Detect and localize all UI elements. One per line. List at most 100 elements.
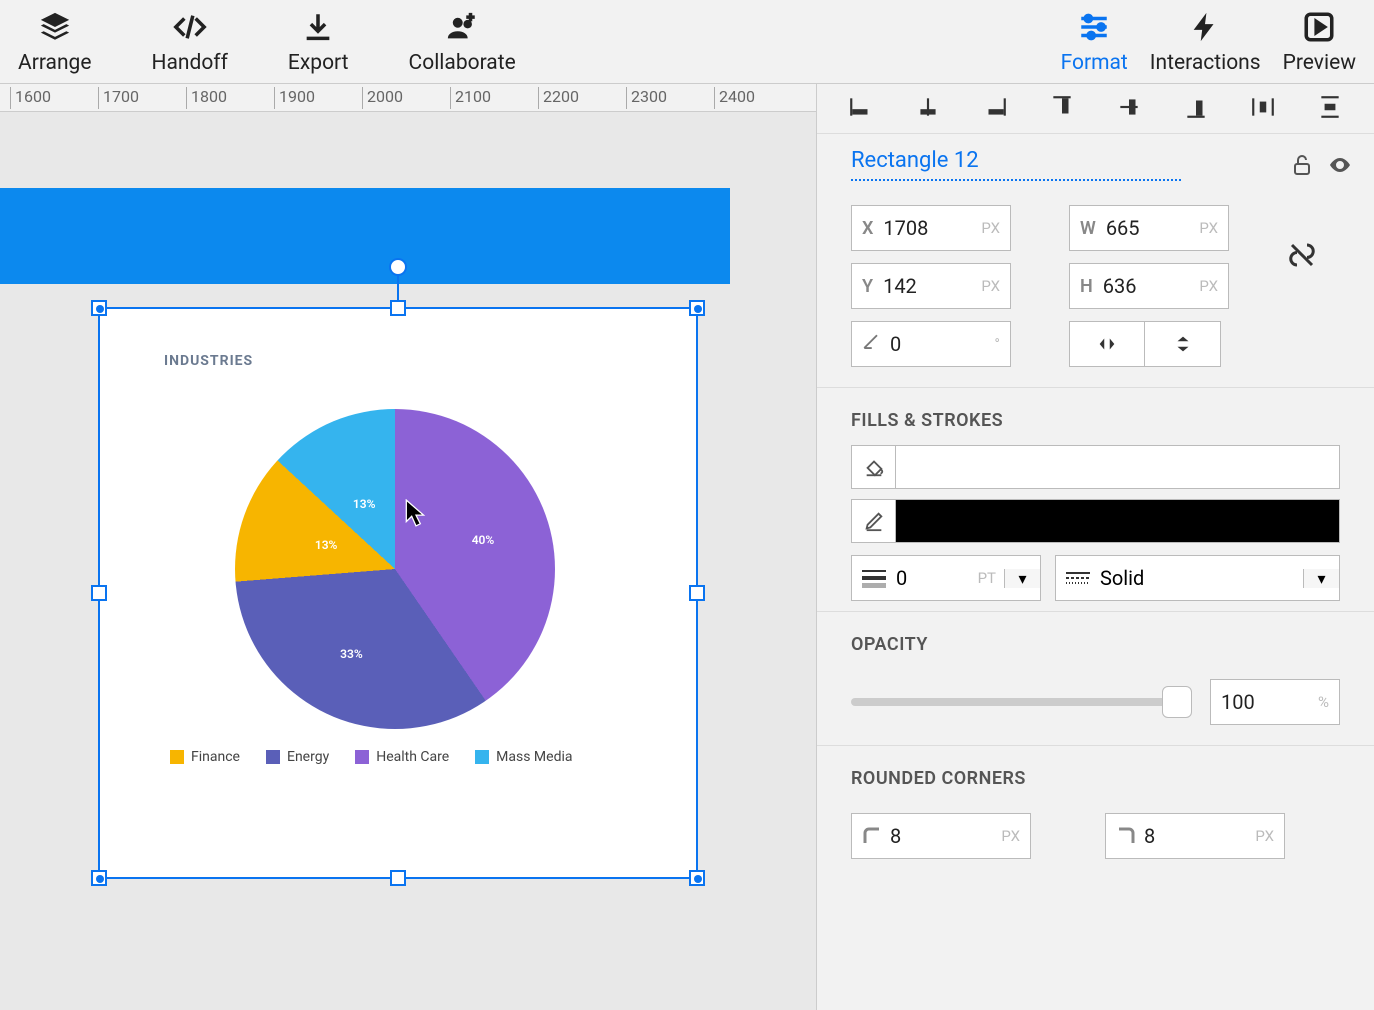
inspector-panel: Rectangle 12 X1708PX W665PX Y142PX H636P… xyxy=(816,84,1374,1010)
cursor-icon xyxy=(405,499,427,527)
resize-handle-r[interactable] xyxy=(689,585,705,601)
align-hcenter-button[interactable] xyxy=(915,94,941,124)
pie-chart: 40%33%13%13% xyxy=(235,409,555,729)
resize-handle-tr[interactable] xyxy=(689,300,705,316)
distribute-h-button[interactable] xyxy=(1250,94,1276,124)
distribute-v-button[interactable] xyxy=(1317,94,1343,124)
interactions-button[interactable]: Interactions xyxy=(1150,9,1261,75)
collaborate-button[interactable]: Collaborate xyxy=(409,9,516,75)
code-icon xyxy=(169,9,211,45)
ruler-tick: 1800 xyxy=(186,87,227,109)
resize-handle-t[interactable] xyxy=(390,300,406,316)
bucket-icon xyxy=(852,446,896,488)
collaborate-label: Collaborate xyxy=(409,51,516,75)
flip-buttons xyxy=(1069,321,1229,367)
lock-icon[interactable] xyxy=(1290,153,1314,177)
arrange-button[interactable]: Arrange xyxy=(18,9,91,75)
stroke-swatch[interactable] xyxy=(896,500,1339,542)
download-icon xyxy=(297,9,339,45)
ruler-tick: 1700 xyxy=(98,87,139,109)
geometry-grid: X1708PX W665PX Y142PX H636PX 0° xyxy=(817,191,1374,387)
corner-tl-icon xyxy=(862,826,882,846)
legend-swatch xyxy=(170,750,184,764)
corner-tl-value: 8 xyxy=(890,824,901,848)
align-left-button[interactable] xyxy=(848,94,874,124)
pie-slice-label: 33% xyxy=(340,647,363,661)
object-name-row: Rectangle 12 xyxy=(817,134,1374,191)
resize-handle-bl[interactable] xyxy=(91,870,107,886)
lightning-icon xyxy=(1184,9,1226,45)
top-toolbar: Arrange Handoff Export Collaborate For xyxy=(0,0,1374,84)
w-value: 665 xyxy=(1106,216,1140,240)
format-button[interactable]: Format xyxy=(1061,9,1128,75)
ruler-tick: 2400 xyxy=(714,87,755,109)
export-button[interactable]: Export xyxy=(288,9,349,75)
stroke-width-dropdown[interactable]: ▾ xyxy=(1004,569,1040,588)
handoff-label: Handoff xyxy=(151,51,227,75)
stroke-color-row[interactable] xyxy=(851,499,1340,543)
h-field[interactable]: H636PX xyxy=(1069,263,1229,309)
pie-slice-label: 40% xyxy=(472,533,495,547)
corners-row: 8 PX 8 PX xyxy=(817,803,1374,869)
h-value: 636 xyxy=(1103,274,1137,298)
constrain-proportions-button[interactable] xyxy=(1287,240,1347,274)
y-field[interactable]: Y142PX xyxy=(851,263,1011,309)
people-plus-icon xyxy=(441,9,483,45)
ruler-tick: 2200 xyxy=(538,87,579,109)
legend-label: Energy xyxy=(287,749,329,765)
align-vcenter-button[interactable] xyxy=(1116,94,1142,124)
resize-handle-l[interactable] xyxy=(91,585,107,601)
layers-icon xyxy=(34,9,76,45)
chart-legend: FinanceEnergyHealth CareMass Media xyxy=(170,749,573,765)
y-value: 142 xyxy=(883,274,917,298)
artboard-header-rect xyxy=(0,188,730,284)
resize-handle-b[interactable] xyxy=(390,870,406,886)
corner-tl-field[interactable]: 8 PX xyxy=(851,813,1031,859)
opacity-slider-thumb[interactable] xyxy=(1162,686,1192,718)
corner-tr-field[interactable]: 8 PX xyxy=(1105,813,1285,859)
fill-swatch[interactable] xyxy=(896,446,1339,488)
stroke-style-field[interactable]: Solid ▾ xyxy=(1055,555,1340,601)
stroke-style-value: Solid xyxy=(1100,566,1144,590)
resize-handle-br[interactable] xyxy=(689,870,705,886)
canvas-area[interactable]: INDUSTRIES 40%33%13%13% FinanceEnergyHea… xyxy=(0,112,816,1010)
ruler-tick: 2100 xyxy=(450,87,491,109)
rotation-field[interactable]: 0° xyxy=(851,321,1011,367)
w-field[interactable]: W665PX xyxy=(1069,205,1229,251)
legend-item: Energy xyxy=(266,749,329,765)
corner-tr-icon xyxy=(1116,826,1136,846)
resize-handle-tl[interactable] xyxy=(91,300,107,316)
rounded-corners-title: ROUNDED CORNERS xyxy=(817,745,1374,803)
stroke-width-value: 0 xyxy=(896,566,907,590)
eye-icon[interactable] xyxy=(1328,153,1352,177)
flip-horizontal-button[interactable] xyxy=(1069,321,1145,367)
pencil-icon xyxy=(852,500,896,542)
handoff-button[interactable]: Handoff xyxy=(151,9,227,75)
ruler-tick: 1900 xyxy=(274,87,315,109)
preview-button[interactable]: Preview xyxy=(1283,9,1356,75)
sliders-icon xyxy=(1073,9,1115,45)
chart-title: INDUSTRIES xyxy=(164,353,253,369)
opacity-field[interactable]: 100 % xyxy=(1210,679,1340,725)
stroke-style-dropdown[interactable]: ▾ xyxy=(1303,569,1339,588)
x-field[interactable]: X1708PX xyxy=(851,205,1011,251)
connector-endpoint[interactable] xyxy=(389,258,407,276)
align-right-button[interactable] xyxy=(982,94,1008,124)
opacity-row: 100 % xyxy=(817,669,1374,745)
opacity-slider[interactable] xyxy=(851,698,1192,706)
horizontal-ruler: 160017001800190020002100220023002400 xyxy=(0,84,816,112)
selected-rectangle[interactable]: INDUSTRIES 40%33%13%13% FinanceEnergyHea… xyxy=(98,307,698,879)
ruler-tick: 2000 xyxy=(362,87,403,109)
align-bottom-button[interactable] xyxy=(1183,94,1209,124)
corner-tr-value: 8 xyxy=(1144,824,1155,848)
object-name-field[interactable]: Rectangle 12 xyxy=(851,148,1181,181)
align-top-button[interactable] xyxy=(1049,94,1075,124)
stroke-width-field[interactable]: 0 PT ▾ xyxy=(851,555,1041,601)
fill-color-row[interactable] xyxy=(851,445,1340,489)
rotation-value: 0 xyxy=(890,332,901,356)
toolbar-right-group: Format Interactions Preview xyxy=(1061,9,1374,75)
play-icon xyxy=(1298,9,1340,45)
flip-vertical-button[interactable] xyxy=(1145,321,1221,367)
opacity-value: 100 xyxy=(1221,690,1255,714)
toolbar-left-group: Arrange Handoff Export Collaborate xyxy=(0,9,516,75)
